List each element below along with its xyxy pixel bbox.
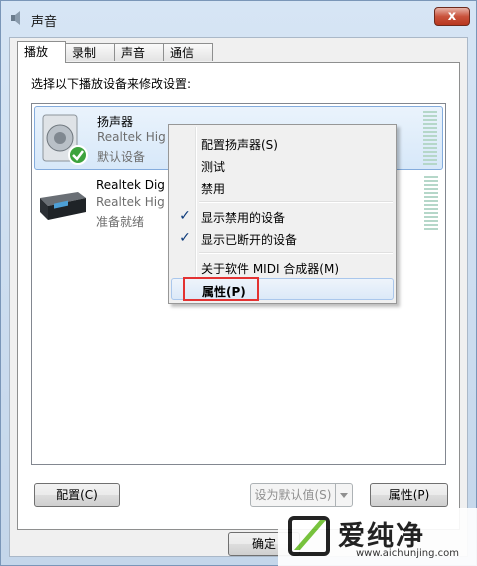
instruction-text: 选择以下播放设备来修改设置: [31, 77, 192, 91]
watermark: 爱纯净 www.aichunjing.com [278, 508, 477, 566]
speaker-icon [42, 114, 88, 165]
watermark-url: www.aichunjing.com [356, 548, 459, 559]
menu-item-configure-speakers[interactable]: 配置扬声器(S) [171, 132, 394, 154]
close-button[interactable]: x [434, 7, 470, 26]
menu-item-show-disconnected[interactable]: ✓ 显示已断开的设备 [171, 227, 394, 249]
tab-playback[interactable]: 播放 [17, 41, 66, 63]
device-description: Realtek Hig [97, 130, 166, 144]
device-description: Realtek Hig [96, 195, 165, 209]
device-name: Realtek Dig [96, 178, 165, 192]
properties-button[interactable]: 属性(P) [370, 483, 448, 507]
digital-output-icon [40, 192, 86, 220]
menu-item-about-midi[interactable]: 关于软件 MIDI 合成器(M) [171, 256, 394, 278]
device-name: 扬声器 [97, 115, 134, 129]
tab-recording[interactable]: 录制 [65, 43, 115, 61]
volume-level-meter [423, 111, 437, 167]
device-status: 默认设备 [97, 150, 146, 164]
set-default-dropdown-icon[interactable] [335, 483, 353, 507]
tab-sounds[interactable]: 声音 [114, 43, 164, 61]
watermark-logo-icon [288, 516, 330, 556]
checkmark-icon: ✓ [179, 230, 191, 246]
highlight-annotation-box [183, 277, 259, 301]
set-default-button[interactable]: 设为默认值(S) [250, 483, 336, 507]
speaker-title-icon [11, 11, 20, 25]
tab-communications[interactable]: 通信 [163, 43, 213, 61]
volume-level-meter [424, 176, 438, 232]
menu-item-disable[interactable]: 禁用 [171, 176, 394, 198]
menu-item-show-disabled[interactable]: ✓ 显示禁用的设备 [171, 205, 394, 227]
window-title: 声音 [31, 15, 58, 30]
menu-item-test[interactable]: 测试 [171, 154, 394, 176]
checkmark-icon: ✓ [179, 208, 191, 224]
menu-separator [199, 252, 393, 254]
menu-separator [199, 201, 393, 203]
title-bar[interactable]: 声音 x [1, 1, 476, 37]
device-status: 准备就绪 [96, 215, 145, 229]
configure-button[interactable]: 配置(C) [34, 483, 120, 507]
